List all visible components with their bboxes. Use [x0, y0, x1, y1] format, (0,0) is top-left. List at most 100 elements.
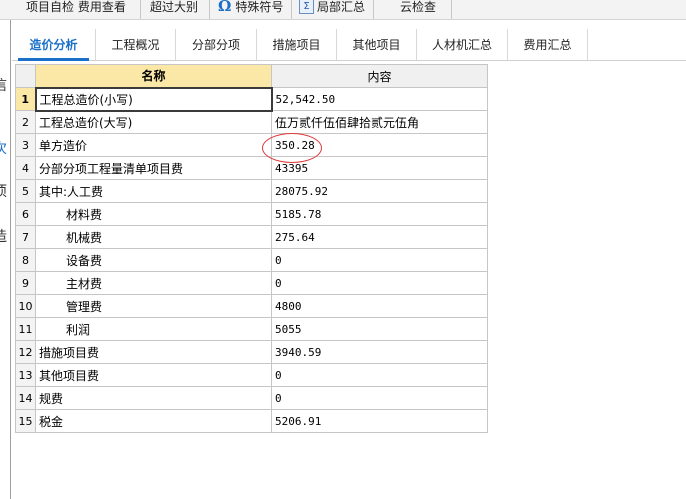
value-cell[interactable]: 5185.78	[271, 202, 488, 226]
value-cell[interactable]: 0	[271, 363, 488, 387]
toolbar: 项目自检 费用查看 超过大别 Ω 特殊符号 Σ 局部汇总 云检查	[0, 0, 686, 20]
omega-icon: Ω	[218, 0, 232, 15]
toolbar-separator	[373, 0, 374, 19]
toolbar-separator	[451, 0, 452, 19]
toolbar-item-label: 特殊符号	[235, 0, 284, 14]
toolbar-item-label: 项目自检 费用查看	[26, 0, 126, 14]
table-row[interactable]: 3 单方造价 350.28	[15, 133, 488, 157]
toolbar-separator	[140, 0, 141, 19]
name-cell[interactable]: 管理费	[35, 294, 272, 318]
row-number: 4	[15, 156, 36, 180]
table-row[interactable]: 2 工程总造价(大写) 伍万贰仟伍佰肆拾贰元伍角	[15, 110, 488, 134]
value-cell[interactable]: 350.28	[271, 133, 488, 157]
tab-fee-summary[interactable]: 费用汇总	[508, 29, 588, 60]
row-number: 1	[15, 87, 36, 111]
row-number: 9	[15, 271, 36, 295]
value-cell[interactable]: 43395	[271, 156, 488, 180]
value-cell[interactable]: 0	[271, 271, 488, 295]
value-cell[interactable]: 5206.91	[271, 409, 488, 433]
name-cell[interactable]: 其他项目费	[35, 363, 272, 387]
name-cell[interactable]: 措施项目费	[35, 340, 272, 364]
row-number: 11	[15, 317, 36, 341]
table-row[interactable]: 9 主材费 0	[15, 271, 488, 295]
value-cell[interactable]: 4800	[271, 294, 488, 318]
name-cell[interactable]: 工程总造价(小写)	[34, 86, 273, 112]
name-cell[interactable]: 设备费	[35, 248, 272, 272]
value-cell[interactable]: 275.64	[271, 225, 488, 249]
tab-label: 人材机汇总	[431, 38, 492, 52]
table-row[interactable]: 1 工程总造价(小写) 52,542.50	[15, 86, 488, 112]
table-row[interactable]: 14 规费 0	[15, 386, 488, 410]
name-cell[interactable]: 利润	[35, 317, 272, 341]
row-number: 2	[15, 110, 36, 134]
toolbar-item-2[interactable]: 超过大别	[150, 0, 198, 18]
table-row[interactable]: 4 分部分项工程量清单项目费 43395	[15, 156, 488, 180]
value-cell[interactable]: 3940.59	[271, 340, 488, 364]
name-cell[interactable]: 规费	[35, 386, 272, 410]
row-number: 3	[15, 133, 36, 157]
left-panel-label: 信	[0, 75, 7, 95]
toolbar-item-special-symbols[interactable]: Ω 特殊符号	[218, 0, 283, 18]
cost-analysis-table: 名称 内容 1 工程总造价(小写) 52,542.50 2 工程总造价(大写) …	[15, 64, 488, 433]
left-navigation-panel: 信 次 项 造	[0, 20, 11, 499]
name-cell[interactable]: 分部分项工程量清单项目费	[35, 156, 272, 180]
value-cell[interactable]: 28075.92	[271, 179, 488, 203]
row-number-header	[15, 64, 36, 88]
toolbar-separator	[291, 0, 292, 19]
row-number: 7	[15, 225, 36, 249]
name-cell[interactable]: 其中:人工费	[35, 179, 272, 203]
tab-label: 工程概况	[111, 38, 160, 52]
name-cell[interactable]: 机械费	[35, 225, 272, 249]
row-number: 15	[15, 409, 36, 433]
table-row[interactable]: 10 管理费 4800	[15, 294, 488, 318]
tab-bar: 造价分析 工程概况 分部分项 措施项目 其他项目 人材机汇总 费用汇总	[12, 29, 686, 61]
value-cell[interactable]: 0	[271, 386, 488, 410]
name-cell[interactable]: 税金	[35, 409, 272, 433]
toolbar-item-project-check[interactable]: 项目自检 费用查看	[26, 0, 126, 18]
toolbar-separator	[209, 0, 210, 19]
toolbar-item-cloud-check[interactable]: 云检查	[400, 0, 436, 18]
table-row[interactable]: 5 其中:人工费 28075.92	[15, 179, 488, 203]
row-number: 12	[15, 340, 36, 364]
left-panel-label[interactable]: 造	[0, 226, 7, 246]
name-column-header[interactable]: 名称	[35, 64, 272, 88]
row-number: 8	[15, 248, 36, 272]
row-number: 5	[15, 179, 36, 203]
tab-other-items[interactable]: 其他项目	[337, 29, 417, 60]
toolbar-item-label: 超过大别	[150, 0, 199, 14]
table-header-row: 名称 内容	[15, 64, 488, 88]
left-panel-label[interactable]: 项	[0, 181, 7, 201]
tab-label: 费用汇总	[523, 38, 572, 52]
row-number: 13	[15, 363, 36, 387]
table-row[interactable]: 7 机械费 275.64	[15, 225, 488, 249]
name-cell[interactable]: 单方造价	[35, 133, 272, 157]
table-row[interactable]: 13 其他项目费 0	[15, 363, 488, 387]
tab-sub-items[interactable]: 分部分项	[176, 29, 257, 60]
value-cell[interactable]: 0	[271, 248, 488, 272]
name-cell[interactable]: 工程总造价(大写)	[35, 110, 272, 134]
tab-measure-items[interactable]: 措施项目	[257, 29, 337, 60]
table-row[interactable]: 6 材料费 5185.78	[15, 202, 488, 226]
value-cell[interactable]: 52,542.50	[271, 87, 488, 111]
tab-cost-analysis[interactable]: 造价分析	[12, 29, 96, 61]
table-row[interactable]: 15 税金 5206.91	[15, 409, 488, 433]
toolbar-item-label: 局部汇总	[317, 0, 366, 14]
toolbar-item-partial-summary[interactable]: Σ 局部汇总	[299, 0, 365, 18]
name-cell[interactable]: 主材费	[35, 271, 272, 295]
tab-label: 分部分项	[191, 38, 240, 52]
table-row[interactable]: 11 利润 5055	[15, 317, 488, 341]
tab-project-overview[interactable]: 工程概况	[96, 29, 176, 60]
row-number: 6	[15, 202, 36, 226]
toolbar-item-label: 云检查	[400, 0, 437, 14]
name-cell[interactable]: 材料费	[35, 202, 272, 226]
row-number: 14	[15, 386, 36, 410]
left-panel-label[interactable]: 次	[0, 138, 7, 158]
table-row[interactable]: 12 措施项目费 3940.59	[15, 340, 488, 364]
value-cell[interactable]: 5055	[271, 317, 488, 341]
value-cell[interactable]: 伍万贰仟伍佰肆拾贰元伍角	[271, 110, 488, 134]
tab-label: 措施项目	[272, 38, 321, 52]
row-number: 10	[15, 294, 36, 318]
table-row[interactable]: 8 设备费 0	[15, 248, 488, 272]
tab-labor-material-machine-summary[interactable]: 人材机汇总	[417, 29, 508, 60]
content-column-header[interactable]: 内容	[271, 64, 488, 88]
